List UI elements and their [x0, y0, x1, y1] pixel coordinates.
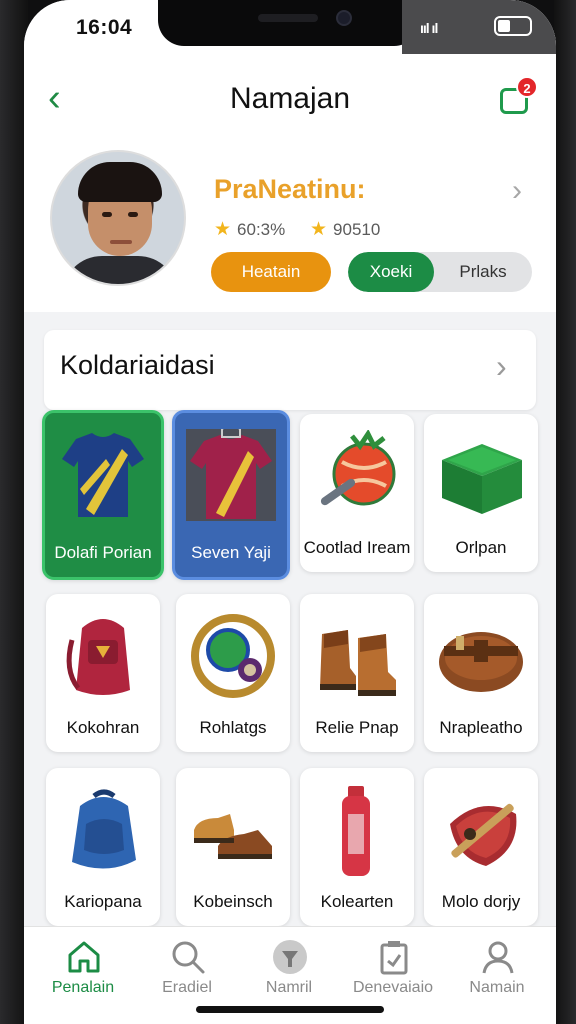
item-tile[interactable]: Relie Pnap [300, 594, 414, 752]
mace-ball-icon [320, 430, 396, 506]
nav-item-home[interactable]: Penalain [30, 927, 136, 1024]
jersey-red-icon [186, 429, 276, 521]
item-tile[interactable]: Cootlad Iream [300, 414, 414, 572]
item-label: Molo dorjy [441, 892, 521, 911]
category-header[interactable]: Koldariaidasi › [44, 330, 536, 410]
nav-item-profile[interactable]: Namain [444, 927, 550, 1024]
item-label: Kariopana [64, 892, 142, 911]
profile-header: ‹ Namajan 2 PraNeatinu: › ★ 60:3% ★ 90510 [24, 54, 556, 312]
nav-label: Denevaiaio [352, 979, 434, 996]
status-time: 16:04 [76, 16, 133, 39]
shoes-icon [194, 814, 272, 859]
nav-label: Penalain [51, 979, 115, 996]
filter-icon [273, 940, 307, 974]
stat-rating: ★ 60:3% [214, 219, 286, 240]
item-label: Kobeinsch [193, 892, 273, 911]
magic-orb-icon [191, 614, 275, 698]
red-backpack-icon [66, 619, 130, 695]
profile-chevron-icon[interactable]: › [512, 174, 522, 208]
item-label: Cootlad Iream [303, 538, 411, 557]
nav-label: Namain [469, 979, 525, 996]
shield-sword-icon [450, 803, 517, 866]
home-icon [68, 941, 100, 973]
nav-label: Eradiel [162, 979, 212, 996]
item-tile[interactable]: Kariopana [46, 768, 160, 926]
boots-icon [320, 630, 396, 696]
item-tile[interactable]: Orlpan [424, 414, 538, 572]
green-crate-icon [442, 444, 522, 514]
orange-action-button[interactable]: Heatain [211, 252, 331, 292]
page-title: Namajan [229, 82, 351, 115]
item-tile[interactable]: Molo dorjy [424, 768, 538, 926]
toggle-option-inactive[interactable]: Prlaks [434, 252, 532, 292]
item-tile[interactable]: Dolafi Porian [42, 410, 164, 580]
front-camera [336, 10, 352, 26]
status-icons: ııl ıl [402, 0, 556, 56]
item-label: Rohlatgs [199, 718, 267, 737]
jersey-blue-icon [62, 433, 144, 517]
battery-icon [494, 16, 532, 36]
signal-icon: ııl ıl [420, 20, 438, 36]
home-indicator[interactable] [196, 1006, 384, 1013]
phone-bezel-right [554, 0, 576, 1024]
item-tile[interactable]: Nrapleatho [424, 594, 538, 752]
item-tile[interactable]: Kobeinsch [176, 768, 290, 926]
clipboard-icon [380, 941, 408, 975]
item-label: Nrapleatho [439, 718, 523, 737]
cart-button[interactable]: 2 [498, 76, 538, 116]
item-label: Kokohran [66, 718, 140, 737]
item-label: Relie Pnap [315, 718, 399, 737]
item-label: Seven Yaji [191, 543, 271, 562]
item-tile[interactable]: Rohlatgs [176, 594, 290, 752]
search-icon [172, 941, 205, 974]
nav-label: Namril [265, 979, 313, 996]
chevron-right-icon: › [496, 348, 507, 384]
profile-name: PraNeatinu: [214, 174, 366, 204]
item-label: Dolafi Porian [54, 543, 152, 562]
item-tile[interactable]: Kolearten [300, 768, 414, 926]
item-tile[interactable]: Seven Yaji [172, 410, 290, 580]
item-label: Kolearten [320, 892, 394, 911]
leather-armor-icon [439, 632, 523, 692]
stat-score: ★ 90510 [310, 219, 381, 240]
cart-badge: 2 [516, 76, 538, 98]
screen: 16:04 ııl ıl ‹ Namajan 2 PraNeatinu: › ★… [24, 0, 556, 1024]
bottle-icon [342, 786, 370, 876]
category-title: Koldariaidasi [60, 350, 215, 380]
speaker [258, 14, 318, 22]
segmented-toggle[interactable]: Xoeki Prlaks [348, 252, 532, 292]
avatar[interactable] [50, 150, 186, 286]
status-bar: 16:04 ııl ıl [24, 0, 556, 56]
toggle-option-active[interactable]: Xoeki [348, 252, 434, 292]
user-icon [482, 941, 514, 974]
phone-frame: 16:04 ııl ıl ‹ Namajan 2 PraNeatinu: › ★… [0, 0, 576, 1024]
item-label: Orlpan [455, 538, 507, 557]
star-icon: ★ [310, 219, 328, 240]
notch [158, 0, 420, 46]
item-tile[interactable]: Kokohran [46, 594, 160, 752]
star-icon: ★ [214, 219, 232, 240]
blue-backpack-icon [72, 789, 136, 869]
